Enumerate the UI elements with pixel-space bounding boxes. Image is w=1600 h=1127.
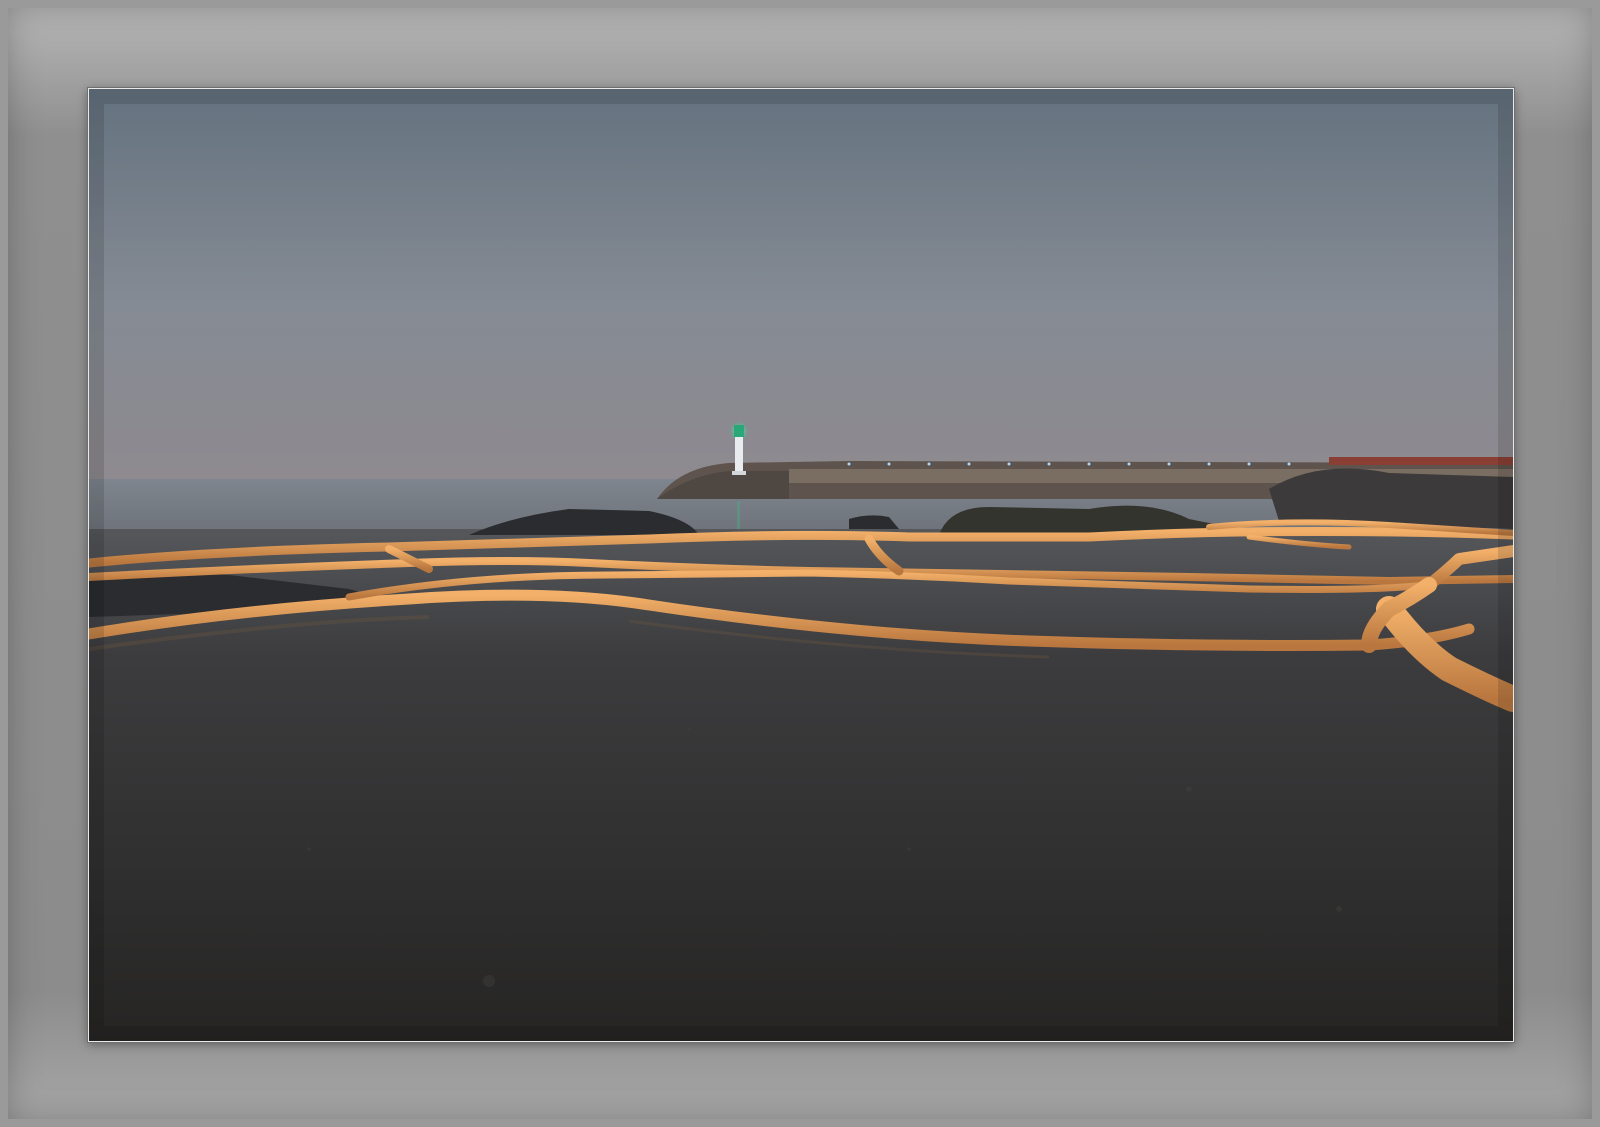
photo-frame [88,88,1514,1042]
sky [89,89,1513,481]
landscape-photo [89,89,1513,1041]
